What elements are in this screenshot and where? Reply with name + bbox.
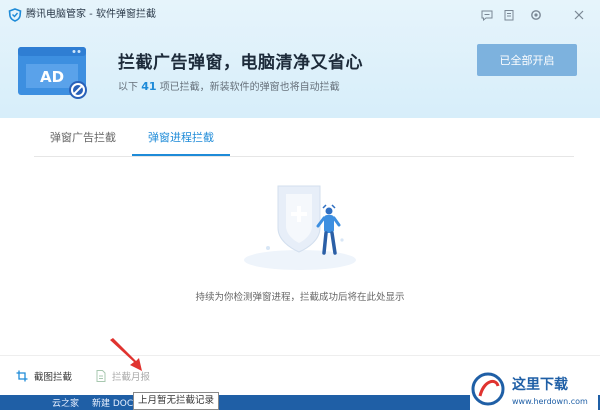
close-icon — [574, 10, 584, 20]
annotation-arrow-icon — [110, 338, 142, 371]
app-shield-icon — [8, 8, 22, 22]
tab-popup-process-block[interactable]: 弹窗进程拦截 — [132, 118, 230, 156]
ad-icon-text: AD — [40, 68, 64, 86]
watermark-url: www.herdown.com — [512, 397, 588, 406]
app-window: 腾讯电脑管家 - 软件弹窗拦截 AD 拦截广告弹窗，电脑清净又省心 以下 41 … — [0, 0, 600, 395]
tab-bar: 弹窗广告拦截 弹窗进程拦截 — [34, 118, 574, 157]
settings-icon — [531, 10, 541, 20]
close-button[interactable] — [571, 7, 587, 23]
screenshot-block-label: 截图拦截 — [34, 372, 73, 383]
monthly-report-tooltip: 上月暂无拦截记录 — [133, 392, 220, 410]
title-bar: 腾讯电脑管家 - 软件弹窗拦截 — [0, 0, 600, 30]
blocked-summary: 以下 41 项已拦截，新装软件的弹窗也将自动拦截 — [118, 78, 340, 93]
tab-popup-ad-block[interactable]: 弹窗广告拦截 — [34, 118, 132, 155]
settings-button[interactable] — [528, 7, 544, 23]
feedback-button[interactable] — [479, 7, 495, 23]
blocked-count: 41 — [141, 80, 157, 93]
watermark-logo-icon: 这里下载 www.herdown.com — [470, 368, 598, 410]
clipboard-icon — [504, 10, 514, 21]
watermark-text: 这里下载 — [512, 376, 568, 393]
enable-all-button[interactable]: 已全部开启 — [477, 44, 577, 76]
footer-divider — [0, 355, 600, 356]
crop-icon — [16, 370, 28, 382]
document-icon — [96, 370, 106, 382]
empty-state-message: 持续为你检测弹窗进程，拦截成功后将在此处显示 — [195, 292, 405, 303]
ad-block-icon: AD — [18, 47, 87, 99]
summary-prefix: 以下 — [118, 82, 138, 93]
summary-suffix: 项已拦截，新装软件的弹窗也将自动拦截 — [159, 82, 340, 93]
empty-state-illustration — [244, 185, 356, 270]
header-band: 腾讯电脑管家 - 软件弹窗拦截 AD 拦截广告弹窗，电脑清净又省心 以下 41 … — [0, 0, 600, 118]
taskbar-item[interactable]: 新建 DOC — [92, 396, 133, 409]
chat-icon — [481, 10, 493, 21]
report-button[interactable] — [501, 7, 517, 23]
screenshot-block-button[interactable]: 截图拦截 — [16, 369, 72, 383]
window-title: 腾讯电脑管家 - 软件弹窗拦截 — [26, 9, 156, 20]
page-title: 拦截广告弹窗，电脑清净又省心 — [118, 53, 363, 73]
taskbar-item[interactable]: 云之家 — [52, 396, 79, 409]
